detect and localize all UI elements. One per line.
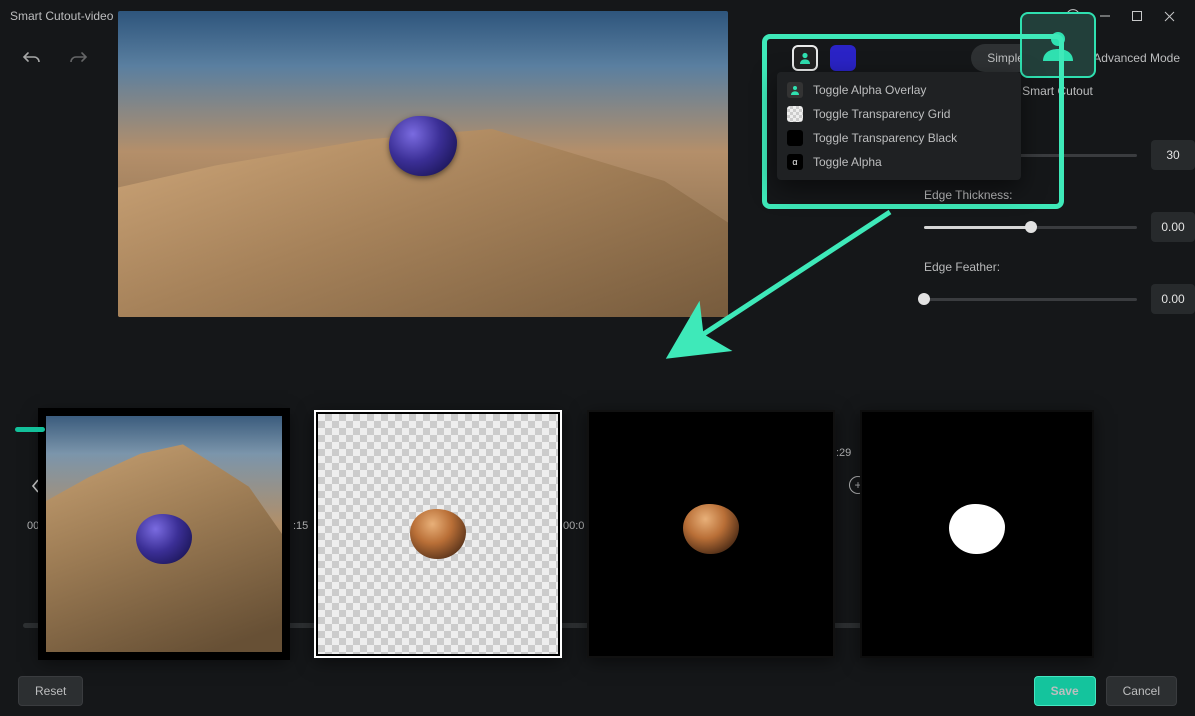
preview-overlay-swatch[interactable] <box>792 45 818 71</box>
preview-canvas[interactable] <box>118 11 728 317</box>
cutout-subject <box>389 116 457 176</box>
preview-color-swatch[interactable] <box>830 45 856 71</box>
timeline-tick: :29 <box>836 447 851 459</box>
undo-button[interactable] <box>15 41 49 75</box>
reset-button[interactable]: Reset <box>18 676 83 706</box>
edge-feather-value[interactable]: 0.00 <box>1151 284 1195 314</box>
smart-cutout-card[interactable] <box>1020 12 1096 78</box>
black-icon <box>787 130 803 146</box>
thumbnail-alpha-overlay[interactable] <box>40 410 288 658</box>
dropdown-item-transparency-black[interactable]: Toggle Transparency Black <box>777 126 1021 150</box>
timeline-in-marker[interactable] <box>15 427 45 432</box>
timeline-tick: 00 <box>27 520 39 532</box>
preview-mode-dropdown: Toggle Alpha Overlay Toggle Transparency… <box>777 72 1021 180</box>
brush-size-value[interactable]: 30 <box>1151 140 1195 170</box>
dropdown-item-transparency-grid[interactable]: Toggle Transparency Grid <box>777 102 1021 126</box>
edge-feather-label: Edge Feather: <box>924 260 1195 274</box>
thumbnail-transparency-black[interactable] <box>587 410 835 658</box>
dropdown-item-alpha[interactable]: α Toggle Alpha <box>777 150 1021 174</box>
save-button[interactable]: Save <box>1034 676 1096 706</box>
thumbnail-transparency-grid[interactable] <box>314 410 562 658</box>
checker-icon <box>787 106 803 122</box>
redo-button[interactable] <box>61 41 95 75</box>
cancel-button[interactable]: Cancel <box>1106 676 1177 706</box>
edge-thickness-label: Edge Thickness: <box>924 188 1195 202</box>
edge-feather-slider[interactable] <box>924 298 1137 301</box>
window-title: Smart Cutout-video <box>10 9 113 23</box>
edge-thickness-slider[interactable] <box>924 226 1137 229</box>
person-icon <box>787 82 803 98</box>
dropdown-item-alpha-overlay[interactable]: Toggle Alpha Overlay <box>777 78 1021 102</box>
timeline-tick: :15 <box>293 520 308 532</box>
thumbnail-alpha[interactable] <box>860 410 1094 658</box>
edge-thickness-value[interactable]: 0.00 <box>1151 212 1195 242</box>
timeline-tick: 00:0 <box>563 520 584 532</box>
alpha-icon: α <box>787 154 803 170</box>
